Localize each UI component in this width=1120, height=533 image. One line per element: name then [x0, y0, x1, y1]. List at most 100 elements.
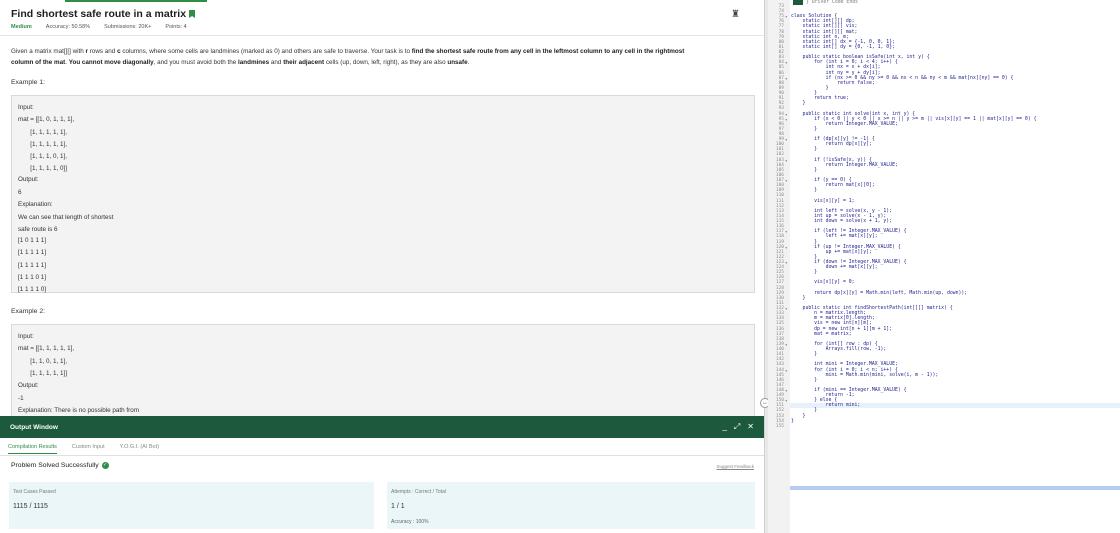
example2-line: [1, 1, 1, 1, 1]] [18, 370, 68, 377]
fold-toggle-icon[interactable]: ▾ [785, 137, 789, 142]
fold-toggle-icon[interactable]: ▾ [785, 342, 789, 347]
output-tabs: Compilation Results Custom Input Y.O.G.I… [0, 438, 764, 456]
example-2-title: Example 2: [11, 308, 46, 315]
points-stat: Points: 4 [165, 24, 187, 30]
divider [0, 35, 764, 36]
output-window-header: Output Window _ ⤢ ✕ [0, 416, 764, 438]
code-line: int down = solve(x + 1, y); [791, 219, 893, 225]
example1-line: Input: [18, 104, 34, 111]
folded-region-marker[interactable] [793, 0, 803, 5]
example-1-box: Input: mat = [[1, 0, 1, 1, 1], [1, 1, 1, … [11, 95, 755, 293]
example1-line: [1, 1, 1, 1, 0]] [18, 165, 68, 172]
close-icon[interactable]: ✕ [747, 422, 754, 432]
problem-meta: Medium Accuracy: 50.58% Submissions: 20K… [11, 24, 187, 30]
check-circle-icon: ✓ [101, 462, 109, 469]
statement-line-2: column of the mat. You cannot move diago… [11, 59, 470, 66]
example1-line: Explanation: [18, 201, 53, 208]
tab-custom-input[interactable]: Custom Input [72, 444, 105, 450]
fold-toggle-icon[interactable]: ▾ [785, 398, 789, 403]
difficulty-badge: Medium [11, 24, 32, 30]
tab-yogi-bot[interactable]: Y.O.G.I. (AI Bot) [120, 444, 159, 450]
fold-toggle-icon[interactable]: ▾ [785, 178, 789, 183]
result-status-text: Problem Solved Successfully [11, 462, 99, 469]
attempts-card: Attempts : Correct / Total 1 / 1 Accurac… [387, 482, 755, 529]
bookmark-icon[interactable] [189, 10, 196, 18]
code-line: } [791, 101, 806, 107]
example2-line: [1, 1, 0, 1, 1], [18, 358, 68, 365]
example-1-title: Example 1: [11, 79, 46, 86]
code-line: static int[] dy = {0, -1, 1, 0}; [791, 44, 895, 50]
example1-line: safe route is 6 [18, 226, 58, 233]
accuracy-stat: Accuracy: 50.58% [45, 24, 91, 30]
example2-line: Output: [18, 382, 39, 389]
problem-title: Find shortest safe route in a matrix [11, 8, 187, 20]
code-line: } [791, 352, 817, 358]
fold-toggle-icon[interactable]: ▾ [785, 117, 789, 122]
fold-toggle-icon[interactable]: ▾ [785, 158, 789, 163]
example2-line: Input: [18, 333, 34, 340]
driver-code-comment: } Driver Code Ends [806, 0, 858, 5]
example1-line: [1 1 1 1 1] [18, 262, 47, 269]
problem-header: Find shortest safe route in a matrix ♜ [11, 7, 754, 21]
example1-line: [1, 1, 1, 1, 1], [18, 129, 68, 136]
example1-line: [1 1 1 1 1] [18, 249, 47, 256]
example1-line: mat = [[1, 0, 1, 1, 1], [18, 116, 75, 123]
code-line: vis[x][y] = 1; [791, 198, 855, 204]
example-2-box: Input: mat = [[1, 1, 1, 1, 1], [1, 1, 0, … [11, 324, 755, 420]
fold-toggle-icon[interactable]: ▾ [785, 76, 789, 81]
problem-statement: Given a matrix mat[][] with r rows and c… [11, 46, 749, 68]
fold-toggle-icon[interactable]: ▾ [785, 14, 789, 19]
output-window-controls: _ ⤢ ✕ [722, 422, 754, 432]
fold-toggle-icon[interactable]: ▾ [785, 368, 789, 373]
test-cases-card: Test Cases Passed 1115 / 1115 [9, 482, 374, 529]
active-tab-indicator [65, 0, 207, 2]
code-line: } [791, 377, 817, 383]
code-line: } [791, 147, 817, 153]
code-line: return dp[x][y] = Math.min(left, Math.mi… [791, 290, 968, 296]
example1-line: [1, 1, 1, 0, 1], [18, 153, 68, 160]
suggest-feedback-link[interactable]: Suggest Feedback [716, 464, 754, 469]
code-line: } [791, 418, 794, 424]
code-line: } [791, 126, 817, 132]
example1-line: Output: [18, 176, 39, 183]
code-line: } [791, 295, 806, 301]
result-status: Problem Solved Successfully ✓ [11, 462, 109, 469]
submissions-stat: Submissions: 20K+ [104, 24, 152, 30]
example1-line: [1, 1, 1, 1, 1], [18, 141, 68, 148]
fold-toggle-icon[interactable]: ▾ [785, 229, 789, 234]
statement-line-1: Given a matrix mat[][] with r rows and c… [11, 48, 685, 55]
test-cases-label: Test Cases Passed [13, 489, 56, 495]
example2-line: Explanation: There is no possible path f… [18, 407, 139, 414]
example2-line: mat = [[1, 1, 1, 1, 1], [18, 345, 75, 352]
output-window-title: Output Window [10, 423, 58, 431]
fold-toggle-icon[interactable]: ▾ [785, 306, 789, 311]
example1-line: [1 0 1 1 1] [18, 237, 47, 244]
code-end-marker [790, 486, 1120, 490]
attempts-value: 1 / 1 [391, 503, 405, 510]
line-number-gutter: 73 74 75 ▾ 76 77 78 79 80 81 82 83 84 ▾ 85 86 87 ▾ 88 89 90 9… [768, 0, 790, 533]
output-window: Output Window _ ⤢ ✕ Compilation Results … [0, 416, 764, 533]
attempts-label: Attempts : Correct / Total [391, 489, 446, 495]
example1-line: We can see that length of shortest [18, 214, 114, 221]
code-line: mat = matrix; [791, 331, 852, 337]
code-line: } [791, 188, 817, 194]
example1-line: 6 [18, 189, 22, 196]
example1-line: [1 1 1 1 0] [18, 286, 47, 293]
fold-toggle-icon[interactable]: ▾ [785, 388, 789, 393]
test-cases-value: 1115 / 1115 [13, 503, 48, 510]
minimize-icon[interactable]: _ [722, 422, 726, 432]
tab-compilation-results[interactable]: Compilation Results [8, 440, 57, 454]
fold-toggle-icon[interactable]: ▾ [785, 245, 789, 250]
line-number: 155 [775, 423, 784, 429]
fold-toggle-icon[interactable]: ▾ [785, 60, 789, 65]
fold-toggle-icon[interactable]: ▾ [785, 260, 789, 265]
reading-mode-icon[interactable]: ♜ [731, 9, 740, 20]
code-line: } [791, 167, 817, 173]
example1-line: [1 1 1 0 1] [18, 274, 47, 281]
expand-icon[interactable]: ⤢ [734, 422, 740, 432]
code-editor[interactable]: 73 74 75 ▾ 76 77 78 79 80 81 82 83 84 ▾ 85 86 87 ▾ 88 89 90 9… [768, 0, 1120, 533]
code-line: } [791, 270, 817, 276]
example2-line: -1 [18, 395, 24, 402]
accuracy-value: Accuracy : 100% [391, 519, 429, 525]
code-line: vis[x][y] = 0; [791, 280, 855, 286]
